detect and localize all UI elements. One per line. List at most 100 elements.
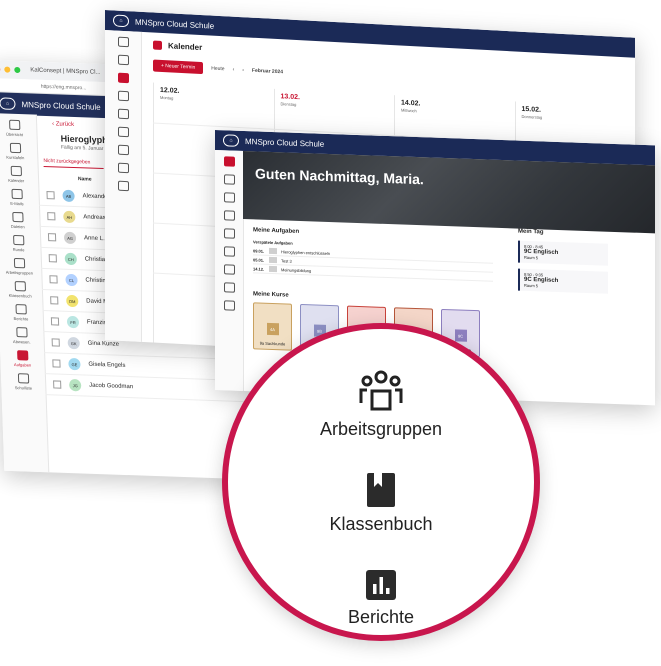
rail-icon [15,327,28,338]
day-date: 12.02. [160,86,180,95]
row-checkbox[interactable] [47,233,57,242]
brand-logo-icon: ⌂ [223,134,239,147]
rail-item[interactable] [105,90,141,104]
my-day-panel: Mein Tag 8:00 - 8:45 9C Englisch Raum 5 8:5… [518,229,608,300]
rail-item[interactable] [105,126,141,140]
rail-label: Dateien [10,223,25,230]
rail-item[interactable]: Übersicht [0,119,37,138]
course-label: 9a Sachkunde [259,340,286,347]
row-checkbox[interactable] [50,317,60,326]
row-checkbox[interactable] [49,275,58,284]
student-name: Anne L. [83,235,105,243]
brand-name: MNSpro Cloud Schule [21,99,101,112]
browser-tab[interactable]: KalConsept | MNSpro Cl... [30,67,100,75]
row-checkbox[interactable] [52,359,61,368]
rail-icon [117,72,129,84]
rail-icon [223,156,235,167]
rail-icon [17,373,29,384]
rail-icon [117,54,129,66]
rail-item[interactable]: Kalender [0,165,38,184]
next-icon[interactable]: › [242,67,244,73]
rail-item[interactable] [105,144,141,158]
nav-item-arbeitsgruppen[interactable]: Arbeitsgruppen [228,369,534,440]
day-date: 13.02. [280,93,300,102]
nav-item-klassenbuch[interactable]: Klassenbuch [228,472,534,535]
rail-item[interactable] [215,156,243,169]
rail-label: E-Mails [10,200,24,207]
people-group-icon [359,370,403,411]
rail-item[interactable]: Arbeitsgruppen [0,257,41,276]
rail-item[interactable]: Kurstafeln [0,142,37,161]
rail-item[interactable] [215,282,243,295]
rail-label: Runde [12,246,25,253]
rail-item[interactable] [215,300,243,313]
nav-label: Berichte [347,607,415,627]
rail-item[interactable] [215,210,243,223]
rail-icon [223,210,235,221]
rail-icon [13,257,25,269]
rail-item[interactable]: Dateien [0,211,40,230]
avatar: AH [63,210,76,224]
rail-item[interactable]: Aufgaben [0,350,45,369]
day-name: Donnerstag [521,113,543,120]
rail-item[interactable]: Schulliste [1,373,46,392]
task-label: Test 3 [281,257,292,264]
rail-item[interactable] [105,36,141,50]
new-appointment-button[interactable]: + Neuer Termin [153,59,204,75]
brand-logo-icon: ⌂ [113,14,129,28]
tab-not-returned[interactable]: Nicht zurückgegeben [43,157,104,170]
row-checkbox[interactable] [51,338,60,347]
rail-icon [223,246,235,257]
row-checkbox[interactable] [47,212,56,221]
nav-item-berichte[interactable]: Berichte [228,569,534,628]
rail-item[interactable] [105,108,141,122]
day-name: Montag [160,94,174,101]
course-chip [269,247,277,255]
rail-item[interactable] [105,180,141,194]
prev-icon[interactable]: ‹ [233,67,235,73]
rail-item[interactable] [215,174,243,187]
rail-label: Schulliste [14,385,33,391]
rail-item[interactable]: E-Mails [0,188,39,207]
minimize-dot[interactable] [4,66,11,73]
maximize-dot[interactable] [14,66,21,74]
rail-label: Kalender [8,177,25,184]
rail-item[interactable] [105,72,141,86]
rail-icon [12,234,24,246]
my-day-list: 8:00 - 8:45 9C Englisch Raum 5 8:50 - 9:35 9… [518,240,608,294]
rail-icon [117,90,129,102]
day-date: 14.02. [401,99,421,108]
rail-item[interactable] [215,246,243,259]
calendar-icon [153,40,162,50]
row-checkbox[interactable] [48,254,57,263]
rail-item[interactable] [215,192,243,205]
rail-item[interactable] [105,162,141,176]
avatar: AB [62,189,75,203]
avatar: FR [66,315,80,329]
month-picker[interactable]: Februar 2024 [252,68,283,76]
rail-item[interactable]: Runde [0,234,41,253]
rail-item[interactable] [215,264,243,277]
rail-label: Übersicht [6,131,24,138]
row-checkbox[interactable] [50,296,59,305]
rail-item[interactable] [105,54,141,68]
brand-logo-icon: ⌂ [0,97,16,110]
row-checkbox[interactable] [53,380,62,389]
avatar: JG [68,378,82,392]
rail-icon [223,228,235,239]
side-rail [105,30,142,342]
day-event[interactable]: 8:50 - 9:35 9C Englisch Raum 5 [518,268,608,294]
rail-item[interactable]: Abwesen. [0,326,44,345]
rail-item[interactable] [215,228,243,241]
student-name: Gisela Engels [88,361,126,369]
rail-icon [117,108,129,120]
row-checkbox[interactable] [46,191,55,200]
brand-name: MNSpro Cloud Schule [245,136,325,149]
course-card[interactable]: 4A 9a Sachkunde [253,302,292,351]
day-event[interactable]: 8:00 - 8:45 9C Englisch Raum 5 [518,240,608,266]
avatar: GE [68,357,81,371]
today-button[interactable]: Heute [211,66,224,73]
rail-icon [117,126,129,138]
rail-item[interactable]: Berichte [0,303,43,322]
rail-item[interactable]: Klassenbuch [0,280,42,299]
